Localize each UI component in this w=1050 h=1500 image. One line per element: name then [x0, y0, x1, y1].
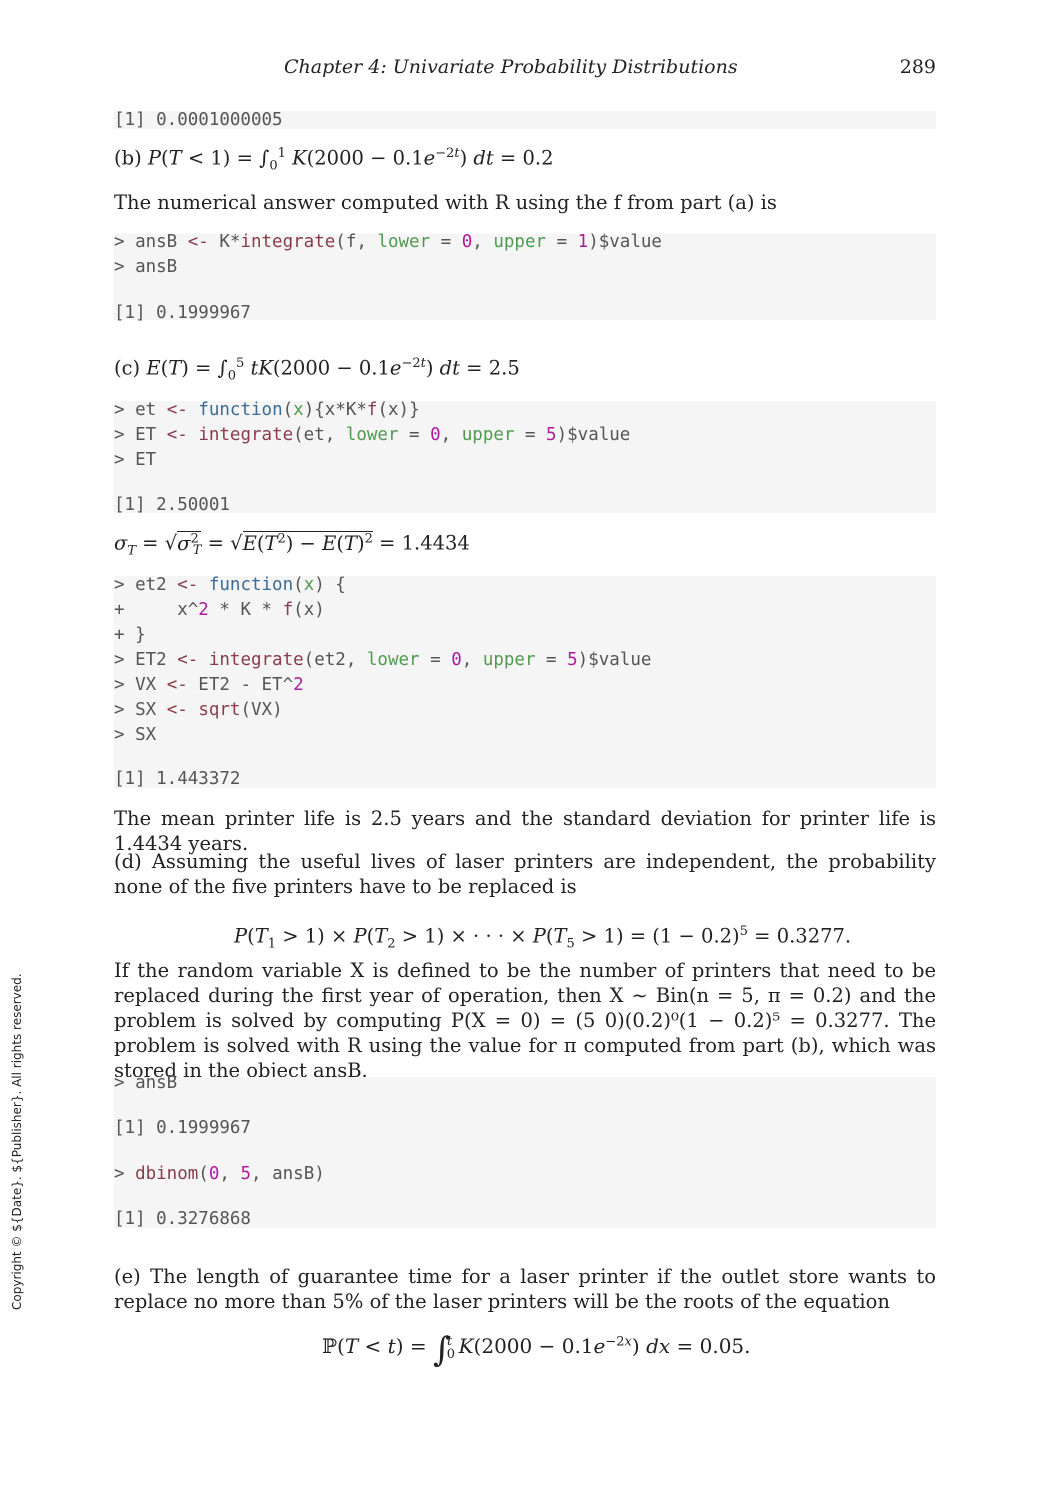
code-line: + }	[114, 625, 146, 645]
chapter-title: Chapter 4: Univariate Probability Distri…	[284, 56, 738, 78]
code-line: > VX <- ET2 - ET^2	[114, 675, 304, 695]
code-block-sigma: > et2 <- function(x) { + x^2 * K * f(x) …	[114, 575, 936, 789]
code-line: > et <- function(x){x*K*f(x)}	[114, 400, 420, 420]
equation-sigma: σT = √σ2T = √E(T2) − E(T)2 = 1.4434	[114, 530, 470, 559]
code-line: > SX	[114, 725, 157, 745]
code-output: [1] 2.50001	[114, 495, 230, 515]
code-output: [1] 0.3276868	[114, 1209, 251, 1229]
code-block-d: > ansB [1] 0.1999967 > dbinom(0, 5, ansB…	[114, 1073, 936, 1229]
paragraph-b: The numerical answer computed with R usi…	[114, 191, 777, 214]
code-block-c: > et <- function(x){x*K*f(x)} > ET <- in…	[114, 400, 936, 515]
code-line: > ET	[114, 450, 157, 470]
code-output: [1] 0.1999967	[114, 1118, 251, 1138]
code-line: > ET <- integrate(et, lower = 0, upper =…	[114, 425, 631, 445]
code-line: + x^2 * K * f(x)	[114, 600, 325, 620]
copyright-sidebar: Copyright © ${Date}. ${Publisher}. All r…	[10, 973, 24, 1310]
paragraph-binomial: If the random variable X is defined to b…	[114, 959, 936, 1082]
equation-c: (c) E(T) = ∫05 tK(2000 − 0.1e−2t) dt = 2…	[114, 356, 520, 384]
code-line: > SX <- sqrt(VX)	[114, 700, 283, 720]
code-output: [1] 0.1999967	[114, 303, 251, 323]
paragraph-d: (d) Assuming the useful lives of laser p…	[114, 850, 936, 898]
page-number: 289	[899, 56, 936, 78]
equation-b: (b) P(T < 1) = ∫01 K(2000 − 0.1e−2t) dt …	[114, 146, 554, 174]
code-line: > ET2 <- integrate(et2, lower = 0, upper…	[114, 650, 652, 670]
code-output-a: [1] 0.0001000005	[114, 110, 936, 130]
code-block-b: > ansB <- K*integrate(f, lower = 0, uppe…	[114, 232, 936, 323]
code-line: > ansB	[114, 257, 178, 277]
equation-e: ℙ(T < t) = ∫0t K(2000 − 0.1e−2x) dx = 0.…	[322, 1330, 751, 1370]
code-line: > et2 <- function(x) {	[114, 575, 346, 595]
equation-d: P(T1 > 1) × P(T2 > 1) × · · · × P(T5 > 1…	[234, 924, 852, 952]
code-line: > dbinom(0, 5, ansB)	[114, 1164, 325, 1184]
code-line: > ansB	[114, 1073, 178, 1093]
paragraph-e: (e) The length of guarantee time for a l…	[114, 1265, 936, 1313]
code-output: [1] 1.443372	[114, 769, 241, 789]
code-line: > ansB <- K*integrate(f, lower = 0, uppe…	[114, 232, 662, 252]
part-b-label: (b)	[114, 146, 142, 170]
running-header: Chapter 4: Univariate Probability Distri…	[114, 56, 936, 82]
